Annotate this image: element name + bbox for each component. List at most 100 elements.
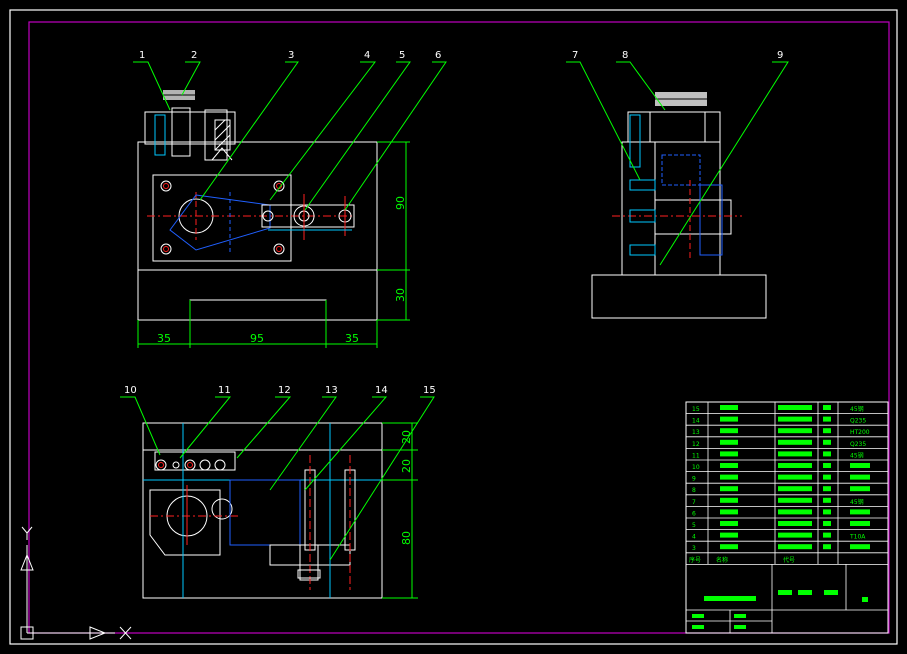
bom-row-name-bar: [720, 544, 738, 550]
dim-front-35-right: 35: [345, 332, 359, 345]
bom-row-number: 5: [692, 522, 696, 529]
callout-15: 15: [423, 385, 436, 396]
front-leaders: [133, 61, 447, 211]
callout-1: 1: [139, 50, 145, 61]
callout-6: 6: [435, 50, 441, 61]
bom-row-code-bar: [778, 474, 812, 480]
bom-row-code-bar: [778, 544, 812, 550]
bom-row-number: 11: [692, 452, 700, 459]
bom-row-name-bar: [720, 532, 738, 538]
bom-row-material: Q235: [850, 441, 866, 448]
front-dimensions: [137, 141, 410, 348]
callout-7: 7: [572, 50, 578, 61]
bom-header-number: 序号: [689, 556, 701, 564]
bom-row-material: HT200: [850, 429, 870, 436]
bom-row-qty-bar: [823, 509, 831, 515]
front-body: [137, 141, 378, 321]
dim-plan-80: 80: [400, 531, 413, 545]
bom-row-name-bar: [720, 497, 738, 503]
front-view: [137, 90, 378, 321]
bom-row-number: 15: [692, 406, 700, 413]
bom-row-qty-bar: [823, 486, 831, 492]
bom-row-number: 6: [692, 510, 696, 517]
bom-row-material-bar: [850, 463, 870, 468]
bom-row-material: 45钢: [850, 498, 864, 506]
bom-row-qty-bar: [823, 544, 831, 550]
bom-row-code-bar: [778, 405, 812, 410]
bom-row-code-bar: [778, 439, 812, 445]
bom-row-name-bar: [720, 428, 738, 434]
callout-3: 3: [288, 50, 294, 61]
bom-row-number: 4: [692, 534, 696, 541]
callout-14: 14: [375, 385, 388, 396]
plan-leaders: [120, 396, 435, 561]
bom-row-material: T10A: [849, 534, 866, 541]
bom-row-name-bar: [720, 439, 738, 445]
dim-plan-20-b: 20: [400, 459, 413, 473]
bom-row-code-bar: [778, 532, 812, 538]
bom-row-number: 13: [692, 429, 700, 436]
bom-row-code-bar: [778, 497, 812, 503]
bom-row-name-bar: [720, 474, 738, 480]
bom-row-number: 9: [692, 476, 696, 483]
dim-front-35-left: 35: [157, 332, 171, 345]
dim-front-95: 95: [250, 332, 264, 345]
bom-row-code-bar: [778, 521, 812, 526]
callout-9: 9: [777, 50, 783, 61]
bom-row-name-bar: [720, 463, 738, 468]
bom-row-number: 12: [692, 441, 700, 448]
callout-11: 11: [218, 385, 231, 396]
bom-row-name-bar: [720, 509, 738, 515]
bom-row-name-bar: [720, 405, 738, 410]
bom-row-number: 7: [692, 499, 696, 506]
bom-row-material-bar: [850, 474, 870, 480]
bom-row-qty-bar: [823, 497, 831, 503]
bom-row-material: 45钢: [850, 451, 864, 459]
bom-row-material: 45钢: [850, 405, 864, 413]
bom-row-qty-bar: [823, 405, 831, 410]
dim-front-30: 30: [394, 288, 407, 302]
bom-row-name-bar: [720, 451, 738, 457]
bom-row-qty-bar: [823, 439, 831, 445]
callout-12: 12: [278, 385, 291, 396]
bom-row-number: 14: [692, 418, 700, 425]
bom-row-name-bar: [720, 486, 738, 492]
bom-table: 15 45钢 14 Q235 13 HT200 12 Q235 11 45钢 10 9 8 7 45钢 6 5 4…: [685, 401, 889, 634]
bom-row-qty-bar: [823, 532, 831, 538]
callout-5: 5: [399, 50, 405, 61]
callout-4: 4: [364, 50, 370, 61]
bom-row-qty-bar: [823, 416, 831, 422]
callout-8: 8: [622, 50, 628, 61]
bom-row-name-bar: [720, 416, 738, 422]
bom-row-code-bar: [778, 428, 812, 434]
bom-row-qty-bar: [823, 463, 831, 468]
bom-row-code-bar: [778, 463, 812, 468]
callout-10: 10: [124, 385, 137, 396]
bom-row-qty-bar: [823, 428, 831, 434]
cad-drawing-canvas: 90 30 35 95 35 1 2 3 4 5 6 7 8 9 20 20 8…: [9, 9, 898, 645]
bom-row-number: 8: [692, 487, 696, 494]
bom-row-material-bar: [850, 486, 870, 492]
bom-row-code-bar: [778, 509, 812, 515]
dim-front-90: 90: [394, 196, 407, 210]
bom-row-name-bar: [720, 521, 738, 526]
bom-row-material: Q235: [850, 418, 866, 425]
side-view: [591, 92, 767, 319]
plan-view: [142, 422, 383, 599]
bom-row-material-bar: [850, 509, 870, 515]
bom-row-code-bar: [778, 416, 812, 422]
bom-row-number: 10: [692, 464, 700, 471]
bom-row-qty-bar: [823, 521, 831, 526]
callout-2: 2: [191, 50, 197, 61]
bom-row-qty-bar: [823, 474, 831, 480]
bom-row-material-bar: [850, 544, 870, 550]
bom-header-code: 代号: [783, 556, 795, 564]
bom-row-number: 3: [692, 545, 696, 552]
bom-row-code-bar: [778, 451, 812, 457]
bom-row-code-bar: [778, 486, 812, 492]
ucs-icon: [20, 526, 132, 640]
callout-13: 13: [325, 385, 338, 396]
bom-header-name: 名称: [716, 556, 728, 564]
plan-dimensions: [382, 422, 418, 599]
bom-row-qty-bar: [823, 451, 831, 457]
